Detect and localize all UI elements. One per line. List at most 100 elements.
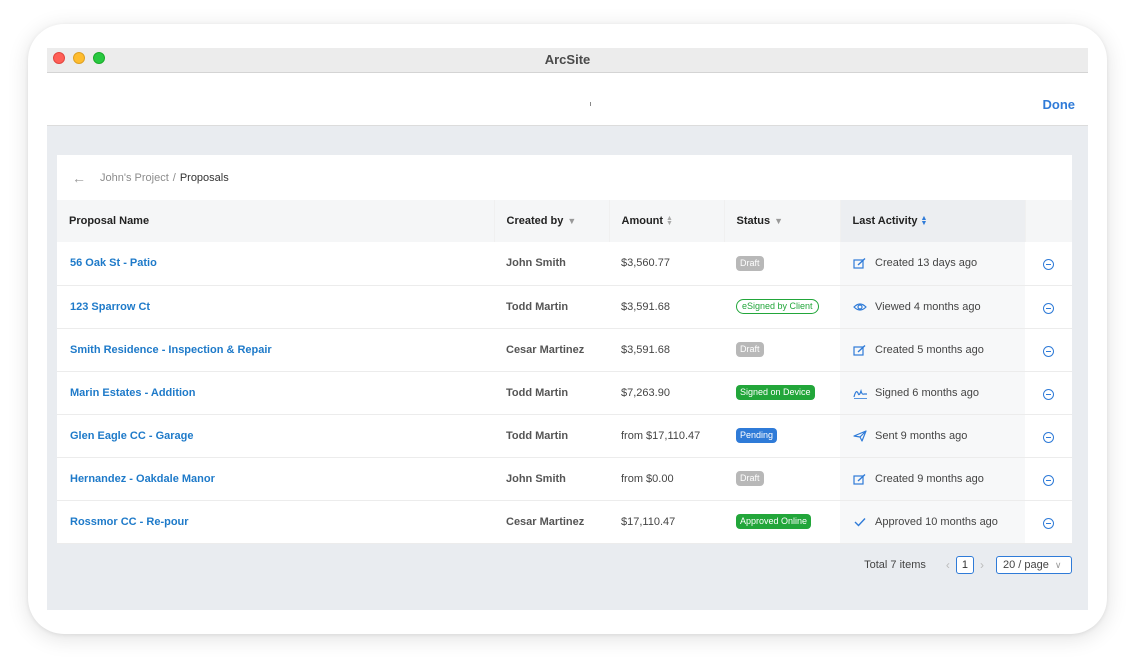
column-header-last-activity[interactable]: Last Activity ▲ ▼ [840,200,1026,242]
amount-cell: $17,110.47 [609,500,724,544]
column-header-name: Proposal Name [57,200,495,242]
proposal-name-link[interactable]: Smith Residence - Inspection & Repair [57,328,494,372]
table-row[interactable]: Marin Estates - Addition Todd Martin $7,26… [57,371,1072,415]
sort-icon[interactable]: ▲ ▼ [666,215,673,227]
proposals-card: ← John's Project / Proposals Proposal Na… [57,155,1072,544]
chevron-down-icon: ∨ [1054,559,1062,570]
breadcrumb-current: Proposals [179,171,229,184]
more-options-icon[interactable] [1043,259,1054,271]
status-badge: eSigned by Client [736,299,819,314]
column-label: Last Activity [852,215,918,227]
row-actions-cell [1025,500,1072,544]
done-button[interactable]: Done [1043,97,1076,112]
created-by-cell: John Smith [494,457,609,501]
page-size-value: 20 / page [1003,559,1049,571]
amount-cell: $7,263.90 [609,371,724,415]
table-header-row: Proposal Name Created by ▼ Amount ▲ ▼ Statu… [57,200,1072,242]
column-header-status[interactable]: Status ▼ [724,200,841,242]
top-bar: Done [47,73,1088,126]
check-icon [852,517,868,527]
more-options-icon[interactable] [1043,388,1054,400]
more-options-icon[interactable] [1043,345,1054,357]
page-size-select[interactable]: 20 / page ∨ [996,556,1072,574]
created-by-cell: Todd Martin [494,371,609,415]
column-header-created-by[interactable]: Created by ▼ [494,200,610,242]
next-page-icon[interactable]: › [980,558,984,572]
activity-text: Created 9 months ago [875,472,984,485]
status-cell: eSigned by Client [724,285,840,329]
last-activity-cell: Viewed 4 months ago [840,285,1025,329]
activity-text: Approved 10 months ago [875,515,998,528]
activity-text: Signed 6 months ago [875,386,979,399]
status-badge: Draft [736,471,764,486]
status-cell: Draft [724,457,840,501]
column-label: Amount [621,215,664,227]
amount-cell: $3,560.77 [609,242,724,286]
row-actions-cell [1025,457,1072,501]
column-header-amount[interactable]: Amount ▲ ▼ [609,200,725,242]
filter-icon[interactable]: ▼ [774,216,783,226]
filter-icon[interactable]: ▼ [567,216,576,226]
table-row[interactable]: Rossmor CC - Re-pour Cesar Martinez $17,11… [57,500,1072,544]
amount-cell: from $17,110.47 [609,414,724,458]
more-options-icon[interactable] [1043,431,1054,443]
more-options-icon[interactable] [1043,302,1054,314]
status-cell: Pending [724,414,840,458]
table-row[interactable]: 123 Sparrow Ct Todd Martin $3,591.68 eSigne… [57,285,1072,329]
created-by-cell: John Smith [494,242,609,286]
edit-icon [852,257,868,269]
breadcrumb-parent[interactable]: John's Project [100,172,169,184]
last-activity-cell: Created 5 months ago [840,328,1025,372]
activity-text: Created 13 days ago [875,257,978,270]
eye-icon [852,302,868,312]
activity-text: Viewed 4 months ago [875,300,981,313]
status-cell: Draft [724,328,840,372]
amount-cell: $3,591.68 [609,285,724,329]
last-activity-cell: Approved 10 months ago [840,500,1025,544]
row-actions-cell [1025,371,1072,415]
last-activity-cell: Created 9 months ago [840,457,1025,501]
more-options-icon[interactable] [1043,474,1054,486]
status-badge: Draft [736,255,764,271]
send-icon [852,429,868,442]
created-by-cell: Todd Martin [494,285,609,329]
row-actions-cell [1025,285,1072,329]
breadcrumb: ← John's Project / Proposals [57,155,1072,200]
last-activity-cell: Sent 9 months ago [840,414,1025,458]
activity-text: Created 5 months ago [875,343,984,356]
table-row[interactable]: Smith Residence - Inspection & Repair Ces… [57,328,1072,372]
proposal-name-link[interactable]: 123 Sparrow Ct [57,285,494,329]
page-number-button[interactable]: 1 [955,556,974,574]
sort-icon[interactable]: ▲ ▼ [921,215,928,227]
created-by-cell: Cesar Martinez [494,500,609,544]
column-label: Status [736,215,771,227]
status-cell: Signed on Device [724,371,840,415]
edit-icon [852,473,868,485]
more-options-icon[interactable] [1043,517,1054,529]
last-activity-cell: Created 13 days ago [840,242,1025,286]
status-badge: Draft [736,342,764,357]
table-row[interactable]: 56 Oak St - Patio John Smith $3,560.77 Draf… [57,242,1072,286]
row-actions-cell [1025,242,1072,286]
activity-text: Sent 9 months ago [875,429,968,442]
table-row[interactable]: Hernandez - Oakdale Manor John Smith from … [57,457,1072,501]
proposal-name-link[interactable]: Glen Eagle CC - Garage [57,414,494,458]
status-badge: Signed on Device [736,385,815,400]
total-items: Total 7 items [864,559,926,571]
column-label: Proposal Name [69,215,150,227]
proposal-name-link[interactable]: 56 Oak St - Patio [57,242,494,286]
status-badge: Pending [736,428,778,443]
prev-page-icon[interactable]: ‹ [946,558,950,572]
column-header-actions [1025,200,1072,242]
proposal-name-link[interactable]: Marin Estates - Addition [57,371,494,415]
amount-cell: from $0.00 [609,457,724,501]
back-arrow-icon[interactable]: ← [72,170,86,186]
window-title: ArcSite [544,52,591,67]
proposal-name-link[interactable]: Rossmor CC - Re-pour [57,500,494,544]
table-row[interactable]: Glen Eagle CC - Garage Todd Martin from $1… [57,414,1072,458]
created-by-cell: Todd Martin [494,414,609,458]
proposal-name-link[interactable]: Hernandez - Oakdale Manor [57,457,494,501]
proposals-table: Proposal Name Created by ▼ Amount ▲ ▼ Statu… [57,200,1072,544]
column-label: Created by [506,215,564,227]
last-activity-cell: Signed 6 months ago [840,371,1025,415]
